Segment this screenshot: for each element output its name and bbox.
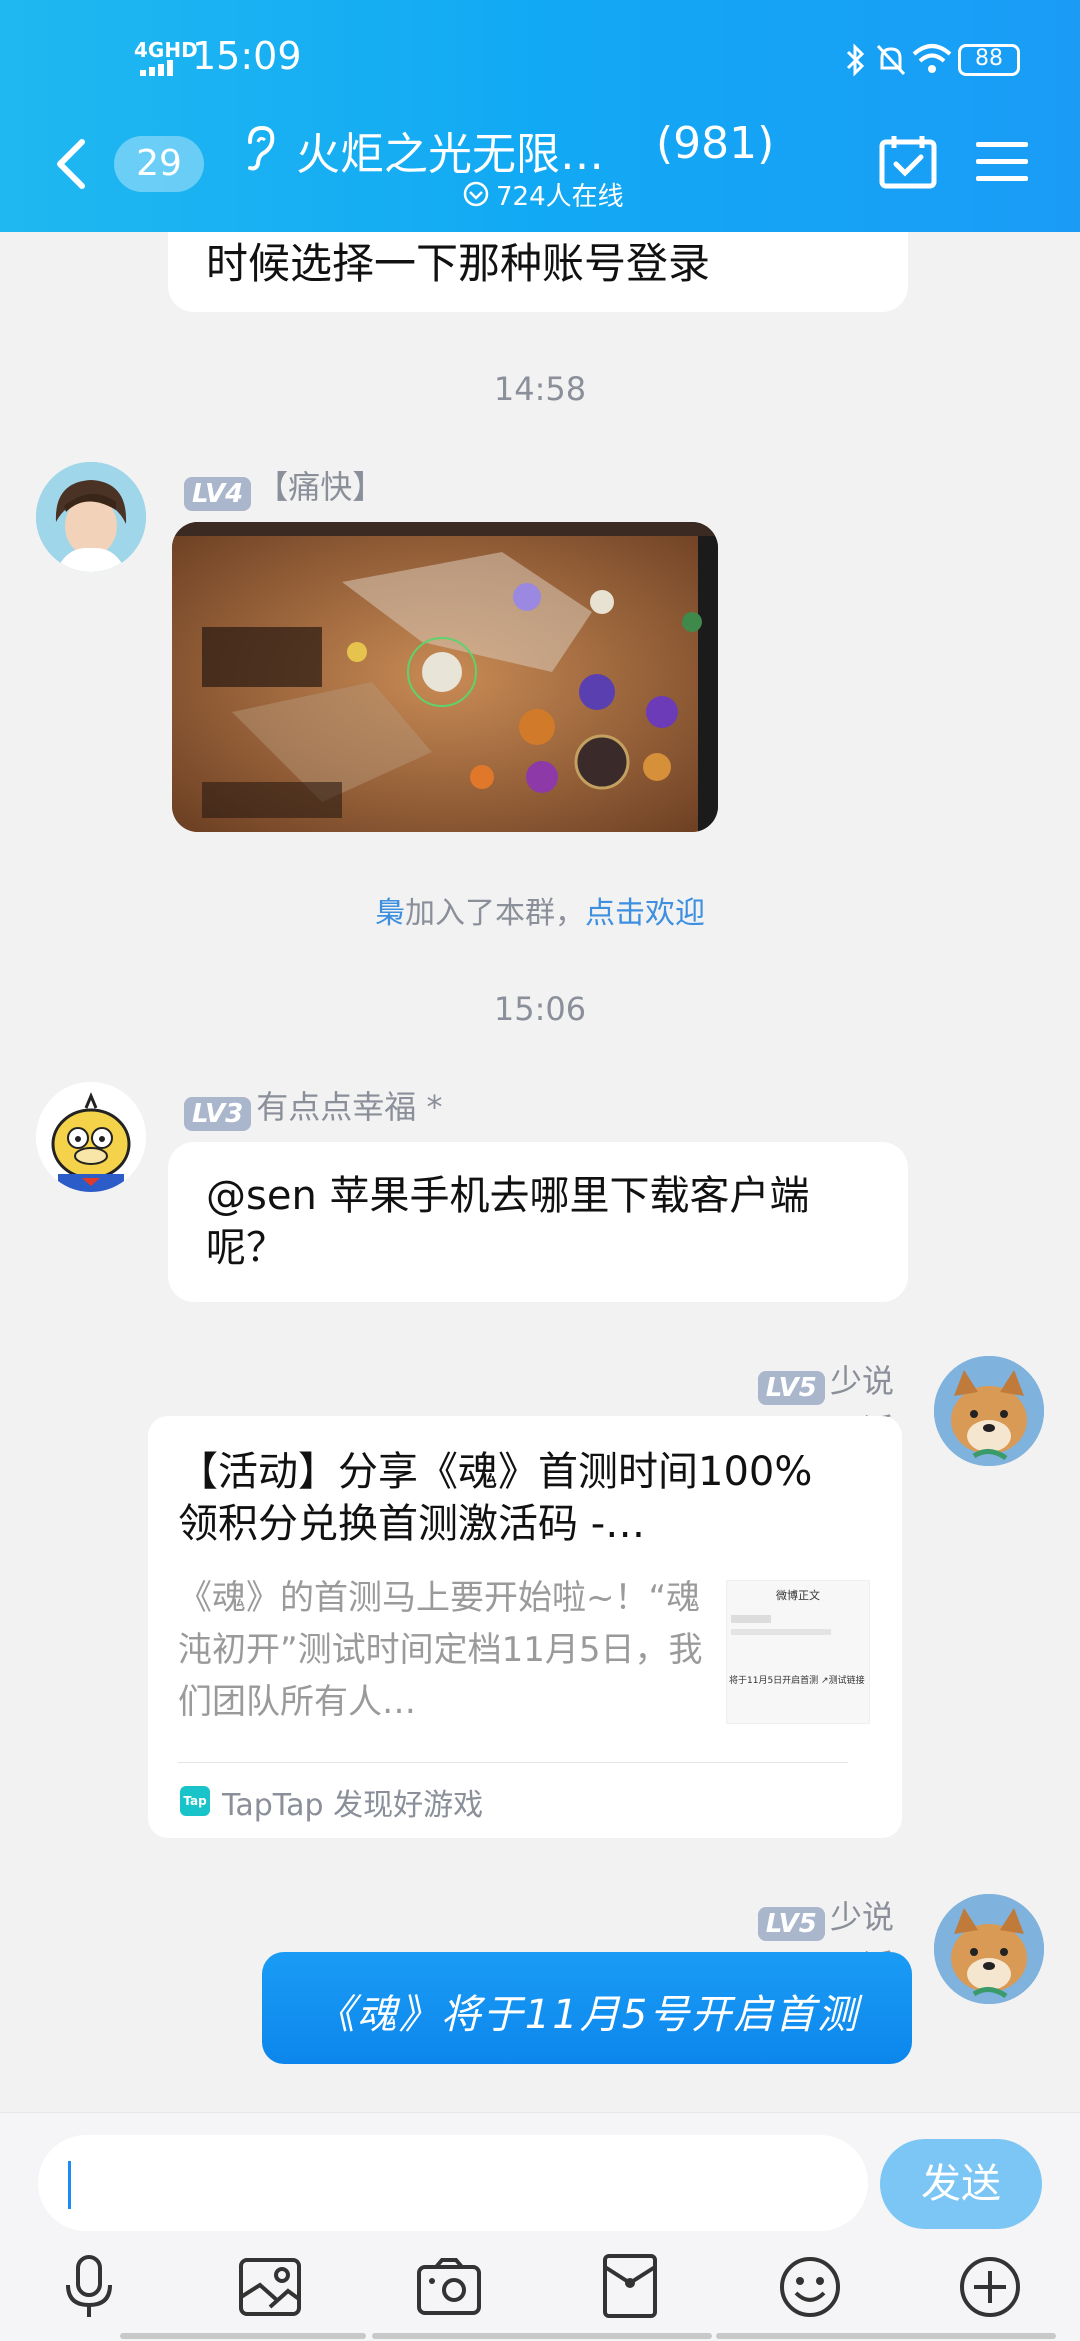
message-text: 《魂》将于11月5号开启首测 (314, 1992, 860, 2038)
online-count: 724人在线 (496, 182, 624, 212)
sender-line: LV4 【痛快】 (184, 462, 384, 511)
bluetooth-icon (842, 42, 870, 78)
avatar[interactable] (36, 462, 146, 572)
send-button[interactable]: 发送 (880, 2139, 1042, 2229)
join-text: 加入了本群， (405, 896, 585, 931)
ear-icon[interactable] (240, 124, 280, 172)
plus-icon[interactable] (958, 2255, 1022, 2319)
camera-icon[interactable] (416, 2257, 482, 2317)
link-card-source: TapTap 发现好游戏 (222, 1788, 484, 1823)
online-check-icon (462, 180, 490, 208)
top-bar: 4GHD 15:09 88 29 火炬之光无限… (981) 724人在线 (0, 0, 1080, 232)
taptap-logo-icon: Tap (180, 1786, 210, 1816)
wifi-icon (912, 42, 952, 76)
divider (178, 1762, 848, 1763)
battery-icon: 88 (958, 44, 1020, 76)
timestamp: 15:06 (493, 990, 587, 1028)
timestamp: 14:58 (493, 370, 587, 408)
input-bar: 发送 (0, 2112, 1080, 2341)
image-icon[interactable] (238, 2257, 302, 2317)
network-type: 4GHD (134, 38, 198, 62)
avatar[interactable] (934, 1356, 1044, 1466)
emoji-icon[interactable] (778, 2255, 842, 2319)
microphone-icon[interactable] (62, 2255, 116, 2319)
battery-level: 88 (975, 46, 1003, 71)
mute-bell-icon (874, 42, 908, 78)
status-time: 15:09 (192, 34, 302, 78)
level-badge: LV3 (184, 1096, 252, 1131)
welcome-link[interactable]: 点击欢迎 (585, 896, 705, 931)
sender-name[interactable]: 【痛快】 (256, 468, 384, 506)
thumbnail-line-placeholder (731, 1615, 771, 1623)
red-packet-icon[interactable] (602, 2253, 658, 2319)
member-count[interactable]: (981) (656, 118, 774, 169)
scrollbar[interactable] (372, 2333, 712, 2339)
thumbnail-line-placeholder (731, 1629, 831, 1635)
message-input[interactable] (38, 2135, 868, 2231)
message-bubble[interactable]: @sen 苹果手机去哪里下载客户端呢？ (168, 1142, 908, 1302)
menu-icon[interactable] (976, 138, 1028, 186)
scrollbar[interactable] (716, 2333, 1056, 2339)
avatar[interactable] (36, 1082, 146, 1192)
sender-name[interactable]: 有点点幸福 * (256, 1088, 442, 1126)
message-bubble-sent[interactable]: 《魂》将于11月5号开启首测 (262, 1952, 912, 2064)
message-text: 时候选择一下那种账号登录 (206, 239, 711, 288)
link-card-thumbnail: 微博正文 将于11月5日开启首测 ↗测试链接 (726, 1580, 870, 1724)
text-cursor (68, 2161, 71, 2209)
group-name[interactable]: 火炬之光无限… (296, 118, 604, 182)
join-notice: 梟加入了本群，点击欢迎 (0, 888, 1080, 932)
thumbnail-line: 将于11月5日开启首测 ↗测试链接 (729, 1676, 865, 1686)
link-card-title: 【活动】分享《魂》首测时间100%领积分兑换首测激活码 -… (178, 1449, 813, 1547)
thumbnail-title: 微博正文 (776, 1589, 820, 1602)
unread-count-badge[interactable]: 29 (114, 136, 204, 192)
back-button[interactable] (52, 136, 92, 192)
sender-line: LV3 有点点幸福 * (184, 1082, 442, 1131)
level-badge: LV5 (757, 1906, 825, 1941)
avatar[interactable] (934, 1894, 1044, 2004)
signal-icon (140, 60, 180, 76)
game-screenshot-image[interactable] (172, 522, 718, 832)
level-badge: LV4 (184, 476, 252, 511)
message-text: @sen 苹果手机去哪里下载客户端呢？ (206, 1173, 810, 1271)
link-card-description: 《魂》的首测马上要开始啦~！“魂沌初开”测试时间定档11月5日，我们团队所有人… (178, 1578, 703, 1722)
level-badge: LV5 (757, 1370, 825, 1405)
link-card[interactable]: 【活动】分享《魂》首测时间100%领积分兑换首测激活码 -… 《魂》的首测马上要… (148, 1416, 902, 1838)
scrollbar[interactable] (120, 2333, 366, 2339)
joined-user-name[interactable]: 梟 (375, 896, 405, 931)
calendar-check-icon[interactable] (878, 134, 938, 190)
